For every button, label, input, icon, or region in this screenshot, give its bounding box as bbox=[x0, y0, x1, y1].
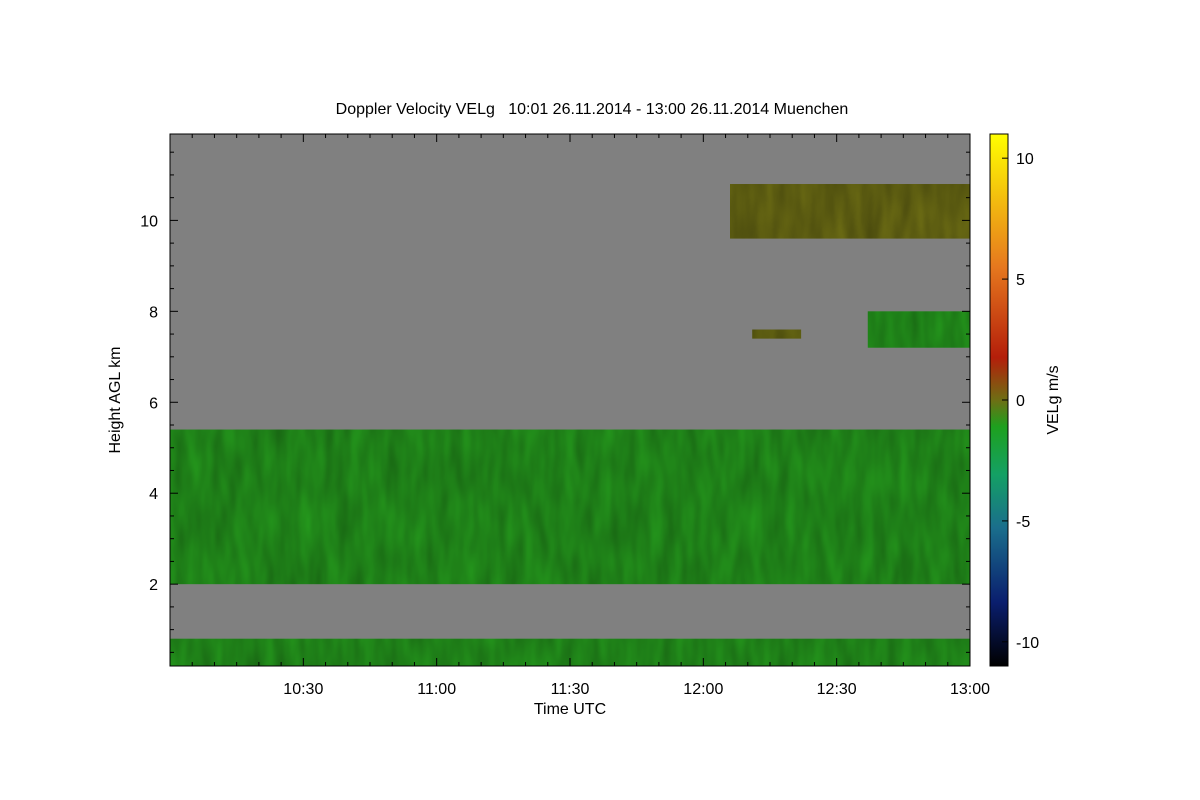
y-tick-label: 6 bbox=[149, 395, 158, 412]
x-tick-label: 12:00 bbox=[683, 681, 723, 698]
y-tick-label: 4 bbox=[149, 486, 158, 503]
x-tick-label: 13:00 bbox=[950, 681, 990, 698]
y-tick-label: 10 bbox=[140, 213, 158, 230]
y-tick-label: 8 bbox=[149, 304, 158, 321]
colorbar-tick-label: 5 bbox=[1016, 272, 1025, 289]
chart: Doppler Velocity VELg 10:01 26.11.2014 -… bbox=[107, 101, 1062, 718]
colorbar-tick-label: 0 bbox=[1016, 393, 1025, 410]
x-tick-label: 11:30 bbox=[551, 681, 590, 698]
velocity-region-texture bbox=[730, 184, 970, 239]
x-tick-label: 12:30 bbox=[817, 681, 857, 698]
colorbar-tick-label: 10 bbox=[1016, 151, 1034, 168]
plot-area: 10:30 11:00 11:30 12:00 12:30 13:00 2 4 6 8 10 bbox=[140, 133, 990, 698]
x-axis-label: Time UTC bbox=[534, 701, 606, 718]
y-tick-label: 2 bbox=[149, 577, 158, 594]
x-tick-label: 10:30 bbox=[283, 681, 323, 698]
x-tick-label: 11:00 bbox=[417, 681, 456, 698]
colorbar: -10 -5 0 5 10 VELg m/s bbox=[989, 133, 1062, 667]
velocity-region-texture bbox=[752, 329, 802, 339]
chart-title: Doppler Velocity VELg 10:01 26.11.2014 -… bbox=[336, 101, 849, 118]
colorbar-tick-label: -10 bbox=[1016, 635, 1039, 652]
y-axis-label: Height AGL km bbox=[107, 346, 124, 453]
colorbar-tick-label: -5 bbox=[1016, 514, 1030, 531]
velocity-region-texture bbox=[867, 311, 970, 348]
velocity-region-texture bbox=[170, 429, 970, 585]
colorbar-label: VELg m/s bbox=[1045, 365, 1062, 434]
